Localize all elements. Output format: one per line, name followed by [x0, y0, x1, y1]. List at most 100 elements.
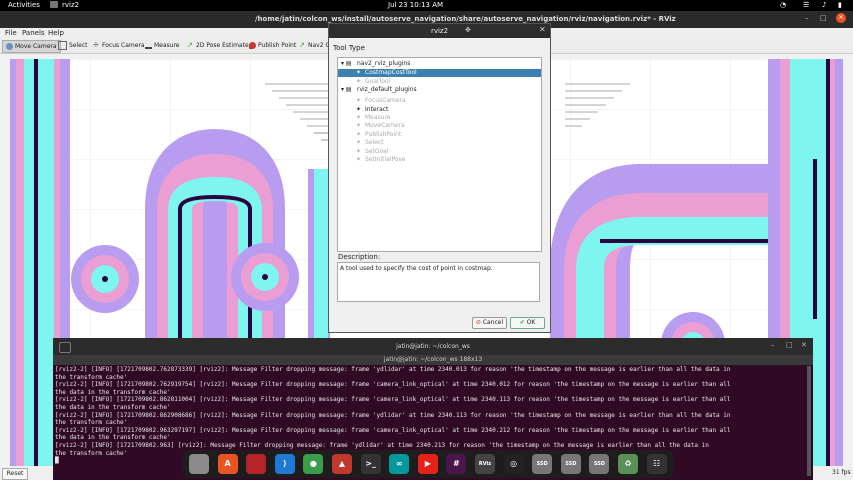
- new-tab-icon[interactable]: [59, 342, 71, 353]
- tree-item[interactable]: ✦ SetGoal: [338, 148, 541, 156]
- terminal-tab-label: jatin@jatin: ~/colcon_ws 188x13: [383, 356, 483, 363]
- tree-item-label: MoveCamera: [365, 122, 405, 130]
- terminal-line: [rviz2-2] [INFO] [1721709802.862908686] …: [55, 411, 731, 419]
- tree-item[interactable]: ▾ ▤ nav2_rviz_plugins: [338, 60, 541, 68]
- menu-panels[interactable]: Panels: [22, 29, 45, 37]
- tree-item-label: Measure: [365, 114, 391, 121]
- dialog-titlebar[interactable]: rviz2: [329, 24, 550, 38]
- terminal-scrollbar[interactable]: [807, 366, 811, 476]
- publish-point-button[interactable]: Publish Point: [246, 40, 299, 51]
- tree-item[interactable]: ▾ ▤ rviz_default_plugins: [338, 86, 541, 94]
- tree-item[interactable]: ✦ CostmapCostTool: [338, 69, 541, 78]
- dialog-title: rviz2: [430, 27, 449, 35]
- select-button[interactable]: Select: [55, 40, 91, 51]
- tree-item-label: FocusCamera: [365, 97, 406, 105]
- rviz-app-icon: [50, 1, 58, 8]
- app-grid-icon[interactable]: ☷: [646, 454, 667, 474]
- tool-icon: ✦: [356, 77, 362, 85]
- fps-label: 31 fps: [832, 469, 851, 476]
- focus-camera-button[interactable]: ✛ Focus Camera: [90, 40, 148, 51]
- system-top-bar: Activities rviz2 Jul 23 10:13 AM ◔ ☰ ♪ ▮: [0, 0, 853, 11]
- terminal-minimize-icon[interactable]: –: [771, 341, 775, 349]
- terminal-close-icon[interactable]: ✕: [801, 341, 807, 349]
- app-center-icon[interactable]: A: [217, 454, 238, 474]
- network-icon[interactable]: ☰: [803, 1, 809, 9]
- menu-help[interactable]: Help: [48, 29, 64, 37]
- tree-item-label: SetInitialPose: [365, 156, 406, 163]
- slack-icon[interactable]: #: [446, 454, 467, 474]
- tool-type-label: Tool Type: [333, 44, 365, 52]
- select-icon: [58, 41, 67, 50]
- terminal-tab[interactable]: jatin@jatin: ~/colcon_ws 188x13: [53, 355, 813, 365]
- ok-button[interactable]: ✔ OK: [510, 317, 545, 329]
- rviz-icon[interactable]: RViz: [475, 454, 495, 474]
- tree-item[interactable]: ✦ MoveCamera: [338, 122, 541, 130]
- terminal-title: jatin@jatin: ~/colcon_ws: [396, 343, 470, 350]
- minimize-icon[interactable]: –: [805, 14, 809, 22]
- dialog-close-icon[interactable]: ✕: [539, 25, 546, 34]
- maximize-icon[interactable]: □: [820, 14, 827, 22]
- ok-label: OK: [526, 319, 536, 326]
- cancel-button[interactable]: ⊘ Cancel: [472, 317, 507, 329]
- ssd-icon-1[interactable]: SSD: [532, 454, 553, 474]
- tree-item[interactable]: ✦ GoalTool: [338, 78, 541, 86]
- move-camera-button[interactable]: Move Camera: [2, 40, 61, 53]
- tree-item[interactable]: ✦ Measure: [338, 114, 541, 122]
- focus-camera-icon: ✛: [93, 41, 99, 49]
- description-box: A tool used to specify the cost of point…: [337, 262, 540, 302]
- tool-type-dialog: rviz2 ✥ ✕ Tool Type ▾ ▤ nav2_rviz_plugins…: [328, 23, 551, 333]
- close-icon[interactable]: ✕: [836, 13, 846, 23]
- trash-icon[interactable]: ♻: [618, 454, 638, 474]
- arduino-icon[interactable]: ∞: [389, 454, 410, 474]
- tree-item[interactable]: ✦ FocusCamera: [338, 97, 541, 105]
- tool-icon: ✦: [356, 122, 362, 130]
- drag-move-icon[interactable]: ✥: [465, 26, 471, 34]
- battery-icon[interactable]: ▮: [838, 1, 842, 9]
- stacer-icon[interactable]: ▲: [332, 454, 352, 474]
- window-title: /home/jatin/colcon_ws/install/autoserve_…: [255, 15, 676, 23]
- app-dock: A ⟩ ● ▲ >_ ∞ ▶ # RViz ◎ SSD SSD SSD ♻ ☷: [183, 450, 673, 478]
- screen-recorder-icon[interactable]: [246, 454, 267, 474]
- folder-icon: ▾ ▤: [341, 60, 352, 67]
- files-icon[interactable]: [189, 454, 209, 474]
- cancel-icon: ⊘: [475, 319, 481, 326]
- wifi-icon[interactable]: ◔: [780, 1, 786, 9]
- ssd-icon-3[interactable]: SSD: [589, 454, 610, 474]
- terminal-line: the data in the transform cache': [55, 388, 171, 396]
- menu-file[interactable]: File: [5, 29, 17, 37]
- terminal-line: the transform cache': [55, 419, 128, 427]
- volume-icon[interactable]: ♪: [822, 1, 826, 9]
- tree-item[interactable]: ✦ Interact: [338, 106, 541, 114]
- terminal-titlebar[interactable]: jatin@jatin: ~/colcon_ws: [53, 338, 813, 355]
- plugin-tree[interactable]: ▾ ▤ nav2_rviz_plugins ✦ CostmapCostTool ✦ Goa…: [337, 57, 542, 252]
- pose-estimate-icon: ↗: [187, 41, 193, 49]
- tree-item[interactable]: ✦ SetInitialPose: [338, 156, 541, 164]
- ssd-icon-2[interactable]: SSD: [560, 454, 581, 474]
- measure-label: Measure: [154, 42, 180, 49]
- terminal-line: [rviz2-2] [INFO] [1721709802.862811004] …: [55, 396, 731, 404]
- tool-icon: ✦: [356, 105, 362, 113]
- active-app-label[interactable]: rviz2: [62, 1, 79, 9]
- nav2-icon: ↗: [299, 41, 305, 49]
- tree-item-label: nav2_rviz_plugins: [357, 60, 411, 67]
- terminal-line: the transform cache': [55, 373, 128, 381]
- tree-item-label: PublishPoint: [365, 130, 402, 138]
- activities-button[interactable]: Activities: [8, 1, 40, 9]
- tool-icon: ✦: [356, 139, 362, 147]
- vscode-icon[interactable]: ⟩: [274, 454, 295, 474]
- folder-icon: ▾ ▤: [341, 86, 352, 94]
- chrome-icon[interactable]: ●: [303, 454, 324, 474]
- obs-icon[interactable]: ◎: [503, 454, 524, 474]
- measure-icon: [145, 43, 152, 49]
- terminal-icon[interactable]: >_: [360, 454, 381, 474]
- terminal-maximize-icon[interactable]: □: [786, 341, 793, 349]
- tree-item[interactable]: ✦ Select: [338, 139, 541, 147]
- clock[interactable]: Jul 23 10:13 AM: [388, 1, 443, 9]
- youtube-music-icon[interactable]: ▶: [417, 454, 438, 474]
- publish-point-label: Publish Point: [258, 42, 297, 49]
- measure-button[interactable]: Measure: [142, 40, 183, 51]
- tree-item[interactable]: ✦ PublishPoint: [338, 131, 541, 139]
- terminal-line: [rviz2-2] [INFO] [1721709802.963] [rviz2…: [55, 441, 709, 449]
- reset-button[interactable]: Reset: [2, 468, 28, 480]
- pose-estimate-button[interactable]: ↗ 2D Pose Estimate: [184, 40, 252, 51]
